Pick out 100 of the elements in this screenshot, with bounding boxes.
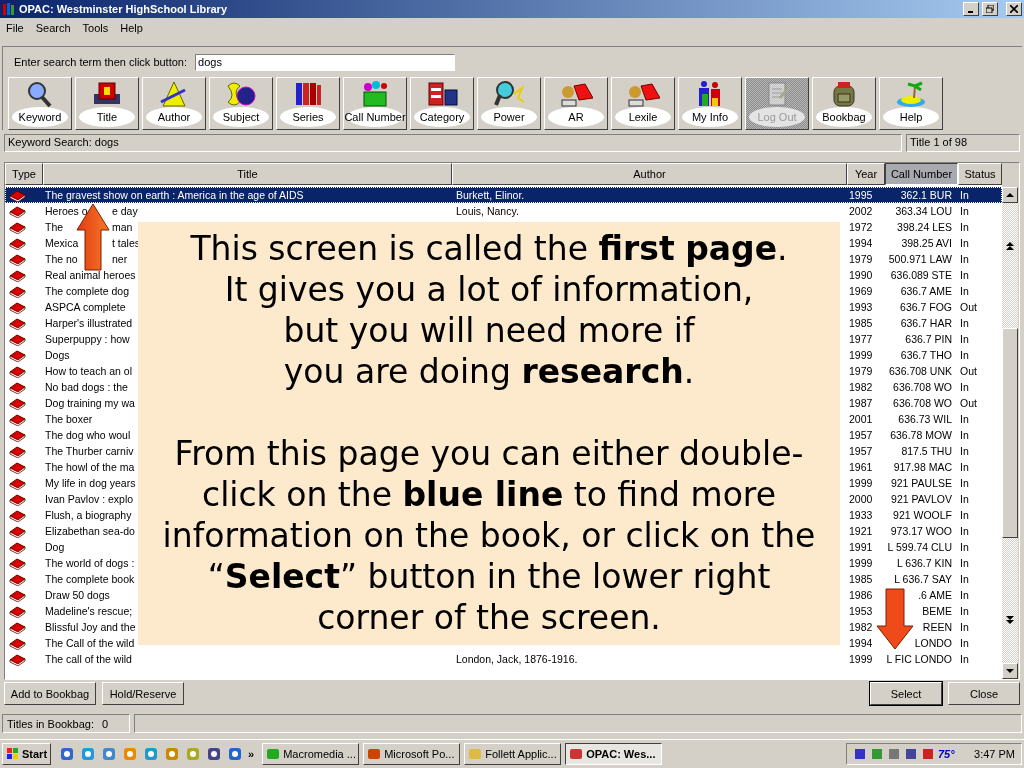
table-cell: Dog training my wa [45,397,135,409]
callout-line: corner of the screen. [317,597,661,638]
table-cell: In [960,493,969,505]
table-cell: 2000 [849,493,873,505]
table-cell: In [960,557,969,569]
table-cell: 1985 [849,573,873,585]
table-cell: 973.17 WOO [890,525,952,537]
table-cell: In [960,653,969,665]
table-cell-text: ner [112,253,129,265]
table-cell: Draw 50 dogs [45,589,110,601]
callout-line: This screen is called the first page. [190,228,788,269]
table-cell: No bad dogs : the [45,381,128,393]
table-cell: 636.7 HAR [900,317,952,329]
table-cell: 1999 [849,349,873,361]
table-cell: 636.708 WO [893,381,952,393]
table-cell: L 599.74 CLU [887,541,952,553]
table-cell: 1994 [849,237,873,249]
table-cell: 398.25 AVI [901,237,952,249]
table-cell: BEME [922,605,952,617]
table-cell: The howl of the ma [45,461,135,473]
table-cell: 1977 [849,333,873,345]
table-cell: 636.7 FOG [900,301,952,313]
result-count-field: Title 1 of 98 [906,134,1020,152]
table-cell: In [960,269,969,281]
table-cell: In [960,349,969,361]
table-cell: 921 PAVLOV [891,493,952,505]
table-cell-text: e day [112,205,139,217]
table-cell: In [960,381,969,393]
table-cell: 1957 [849,445,873,457]
table-cell: In [960,605,969,617]
table-cell: 398.24 LES [897,221,952,233]
table-cell: 500.971 LAW [888,253,952,265]
table-cell: In [960,445,969,457]
table-cell: L 636.7 SAY [894,573,952,585]
table-cell: 636.78 MOW [890,429,952,441]
table-cell: 2001 [849,413,873,425]
table-cell: 362.1 BUR [900,189,952,201]
table-cell: 2002 [849,205,873,217]
table-cell: L FIC LONDO [886,653,952,665]
table-cell: 636.7 PIN [905,333,952,345]
table-cell: In [960,429,969,441]
table-cell: Out [960,301,977,313]
table-cell: In [960,189,969,201]
table-cell: In [960,477,969,489]
table-cell: L 636.7 KIN [896,557,952,569]
table-cell: 1972 [849,221,873,233]
table-cell: 1985 [849,317,873,329]
clock: 3:47 PM [974,748,1015,760]
table-cell: REEN [922,621,952,633]
table-cell: 636.708 UNK [888,365,952,377]
table-cell: In [960,573,969,585]
table-cell: 917.98 MAC [893,461,952,473]
table-cell: Ivan Pavlov : explo [45,493,134,505]
table-cell: In [960,637,969,649]
table-cell: The Thurber carniv [45,445,134,457]
table-cell: 1961 [849,461,873,473]
status-label: Titles in Bookbag: [7,717,95,730]
table-cell: In [960,541,969,553]
table-cell: 1933 [849,509,873,521]
table-cell: .6 AME [918,589,952,601]
table-cell: 636.708 WO [893,397,952,409]
callout-line: but you will need more if [283,310,695,351]
table-cell: The world of dogs : [45,557,135,569]
table-cell: In [960,589,969,601]
table-cell: 1979 [849,253,873,265]
table-cell: In [960,237,969,249]
table-cell: How to teach an ol [45,365,132,377]
table-cell: Elizabethan sea-do [45,525,135,537]
callout-line: click on the blue line to find more [202,474,776,515]
table-cell: Louis, Nancy. [456,205,519,217]
table-cell: 636.089 STE [890,269,952,281]
table-cell: 1999 [849,477,873,489]
table-cell: In [960,285,969,297]
table-cell: 636.7 THO [900,349,952,361]
table-cell: Blissful Joy and the [45,621,136,633]
table-cell: 921 PAULSE [890,477,952,489]
table-cell: In [960,413,969,425]
table-cell: In [960,461,969,473]
table-cell: Real animal heroes [45,269,136,281]
table-cell: London, Jack, 1876-1916. [456,653,578,665]
table-cell: 1999 [849,653,873,665]
table-cell: 1982 [849,381,873,393]
table-cell: 636.73 WIL [898,413,952,425]
table-cell: 1999 [849,557,873,569]
table-cell: Dog [45,541,65,553]
table-cell: Out [960,365,977,377]
table-cell: In [960,509,969,521]
temperature: 75° [938,748,955,760]
table-cell: 1921 [849,525,873,537]
callout-line: It gives you a lot of information, [224,269,754,310]
table-cell: Out [960,397,977,409]
table-cell: Dogs [45,349,70,361]
table-cell: 1987 [849,397,873,409]
table-cell: My life in dog years [45,477,136,489]
table-cell: 1991 [849,541,873,553]
callout-line: information on the book, or click on the [162,515,816,556]
table-cell: 1993 [849,301,873,313]
table-cell: The complete book [45,573,135,585]
table-cell: 1986 [849,589,873,601]
window-title: OPAC: Westminster HighSchool Library [19,3,228,15]
